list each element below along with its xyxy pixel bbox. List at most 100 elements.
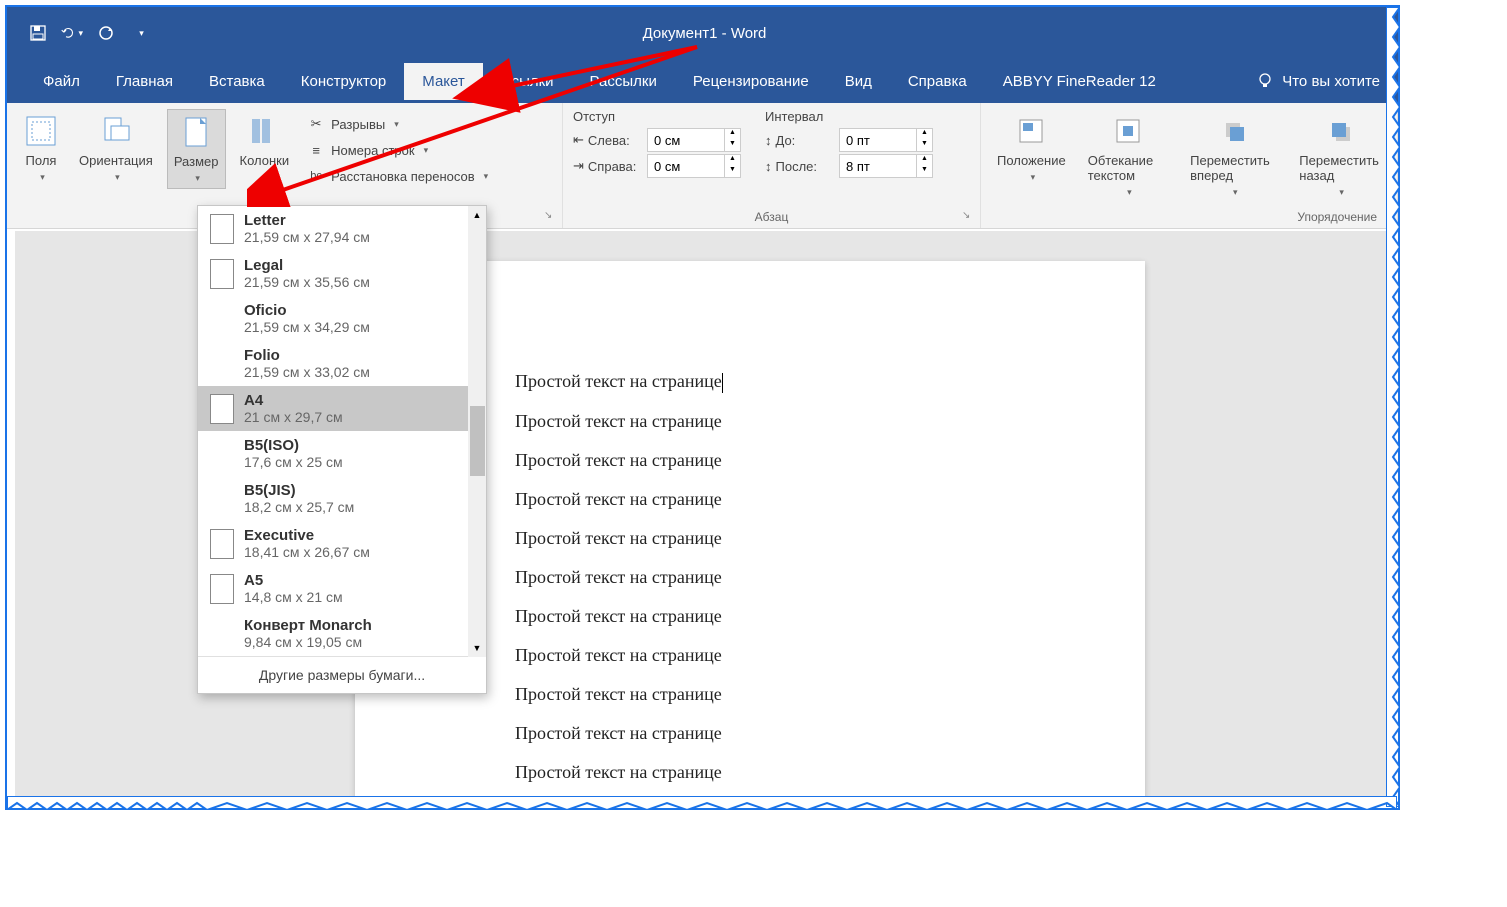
text-line[interactable]: Простой текст на странице [515, 371, 985, 393]
text-line[interactable]: Простой текст на странице [515, 762, 985, 783]
size-dim: 18,2 см x 25,7 см [244, 499, 354, 515]
spacing-after-label: ↕После: [765, 159, 833, 174]
line-numbers-button[interactable]: ≡ Номера строк▾ [303, 139, 492, 161]
text-line[interactable]: Простой текст на странице [515, 645, 985, 666]
text-line[interactable]: Простой текст на странице [515, 684, 985, 705]
text-line[interactable]: Простой текст на странице [515, 489, 985, 510]
size-dim: 21,59 см x 33,02 см [244, 364, 370, 380]
tab-view[interactable]: Вид [827, 63, 890, 100]
tab-references[interactable]: Ссылки [483, 63, 572, 100]
size-option--monarch[interactable]: Конверт Monarch9,84 см x 19,05 см [198, 611, 486, 656]
size-option-legal[interactable]: Legal21,59 см x 35,56 см [198, 251, 486, 296]
page-icon [210, 574, 234, 604]
tab-abbyy[interactable]: ABBYY FineReader 12 [985, 63, 1174, 100]
torn-edge-right [1386, 7, 1400, 807]
size-option-executive[interactable]: Executive18,41 см x 26,67 см [198, 521, 486, 566]
lightbulb-icon [1256, 72, 1274, 90]
position-button[interactable]: Положение▾ [991, 109, 1072, 187]
size-option-letter[interactable]: Letter21,59 см x 27,94 см [198, 206, 486, 251]
size-option-b5-jis-[interactable]: B5(JIS)18,2 см x 25,7 см [198, 476, 486, 521]
indent-left-input[interactable]: 0 см▲▼ [647, 128, 741, 152]
scroll-up-icon[interactable]: ▲ [468, 206, 486, 224]
bring-forward-button[interactable]: Переместить вперед▾ [1184, 109, 1283, 202]
orientation-button[interactable]: Ориентация▾ [73, 109, 159, 187]
size-dropdown: Letter21,59 см x 27,94 смLegal21,59 см x… [197, 205, 487, 694]
text-line[interactable]: Простой текст на странице [515, 567, 985, 588]
size-option-b5-iso-[interactable]: B5(ISO)17,6 см x 25 см [198, 431, 486, 476]
tab-insert[interactable]: Вставка [191, 63, 283, 100]
columns-icon [247, 114, 281, 148]
size-dim: 9,84 см x 19,05 см [244, 634, 372, 650]
size-dim: 21,59 см x 27,94 см [244, 229, 370, 245]
title-bar: ▾ ▾ Документ1 - Word [7, 7, 1398, 59]
paragraph-group-label: Абзац [573, 208, 970, 224]
text-line[interactable]: Простой текст на странице [515, 528, 985, 549]
indent-left-icon: ⇤ [573, 132, 584, 148]
wrap-text-button[interactable]: Обтекание текстом▾ [1082, 109, 1174, 202]
tab-design[interactable]: Конструктор [283, 63, 405, 100]
undo-icon[interactable]: ▾ [61, 22, 83, 44]
size-name: Folio [244, 347, 370, 364]
more-sizes-button[interactable]: Другие размеры бумаги... [198, 656, 486, 693]
spacing-before-input[interactable]: 0 пт▲▼ [839, 128, 933, 152]
indent-header: Отступ [573, 109, 741, 124]
tell-me-label: Что вы хотите [1282, 73, 1380, 90]
tab-review[interactable]: Рецензирование [675, 63, 827, 100]
size-option-oficio[interactable]: Oficio21,59 см x 34,29 см [198, 296, 486, 341]
indent-left-label: ⇤Слева: [573, 132, 641, 148]
tab-help[interactable]: Справка [890, 63, 985, 100]
spacing-before-label: ↕До: [765, 133, 833, 148]
size-option-a4[interactable]: A421 см x 29,7 см [198, 386, 486, 431]
size-dim: 18,41 см x 26,67 см [244, 544, 370, 560]
scroll-down-icon[interactable]: ▼ [468, 639, 486, 657]
save-icon[interactable] [27, 22, 49, 44]
text-cursor [722, 373, 723, 393]
columns-button[interactable]: Колонки▾ [234, 109, 296, 187]
text-line[interactable]: Простой текст на странице [515, 723, 985, 744]
size-button[interactable]: Размер▾ [167, 109, 226, 189]
size-name: B5(JIS) [244, 482, 354, 499]
tab-mailings[interactable]: Рассылки [572, 63, 675, 100]
send-backward-button[interactable]: Переместить назад▾ [1293, 109, 1387, 202]
position-icon [1013, 113, 1049, 149]
redo-icon[interactable] [95, 22, 117, 44]
spacing-header: Интервал [765, 109, 933, 124]
size-dim: 14,8 см x 21 см [244, 589, 343, 605]
size-name: Letter [244, 212, 370, 229]
text-line[interactable]: Простой текст на странице [515, 450, 985, 471]
spin-up-icon[interactable]: ▲ [725, 129, 740, 140]
tell-me[interactable]: Что вы хотите [1256, 72, 1380, 90]
margins-icon [24, 114, 58, 148]
size-dim: 21 см x 29,7 см [244, 409, 343, 425]
tab-file[interactable]: Файл [25, 63, 98, 100]
spin-down-icon[interactable]: ▼ [725, 140, 740, 151]
tab-layout[interactable]: Макет [404, 63, 482, 100]
indent-right-input[interactable]: 0 см▲▼ [647, 154, 741, 178]
hyphenation-button[interactable]: bc Расстановка переносов▾ [303, 165, 492, 187]
text-line[interactable]: Простой текст на странице [515, 606, 985, 627]
size-option-a5[interactable]: A514,8 см x 21 см [198, 566, 486, 611]
paragraph-launcher[interactable]: ↘ [962, 210, 976, 224]
text-line[interactable]: Простой текст на странице [515, 411, 985, 432]
page-icon [210, 394, 234, 424]
indent-right-icon: ⇥ [573, 158, 584, 174]
dropdown-scrollbar[interactable]: ▲ ▼ [468, 206, 486, 657]
forward-icon [1216, 113, 1252, 149]
page-icon [210, 529, 234, 559]
qat-more-icon[interactable]: ▾ [129, 22, 151, 44]
margins-button[interactable]: Поля▾ [17, 109, 65, 187]
scroll-thumb[interactable] [470, 406, 485, 476]
spacing-after-input[interactable]: 8 пт▲▼ [839, 154, 933, 178]
page-setup-launcher[interactable]: ↘ [544, 210, 558, 224]
ribbon-tabs: Файл Главная Вставка Конструктор Макет С… [7, 59, 1398, 103]
size-name: Legal [244, 257, 370, 274]
size-name: Executive [244, 527, 370, 544]
breaks-button[interactable]: ✂ Разрывы▾ [303, 113, 492, 135]
size-dim: 17,6 см x 25 см [244, 454, 343, 470]
arrange-group-label: Упорядочение [991, 208, 1387, 224]
tab-home[interactable]: Главная [98, 63, 191, 100]
group-arrange: Положение▾ Обтекание текстом▾ Переместит… [981, 103, 1398, 228]
size-option-folio[interactable]: Folio21,59 см x 33,02 см [198, 341, 486, 386]
spacing-after-icon: ↕ [765, 159, 772, 174]
hyphenation-icon: bc [307, 167, 325, 185]
